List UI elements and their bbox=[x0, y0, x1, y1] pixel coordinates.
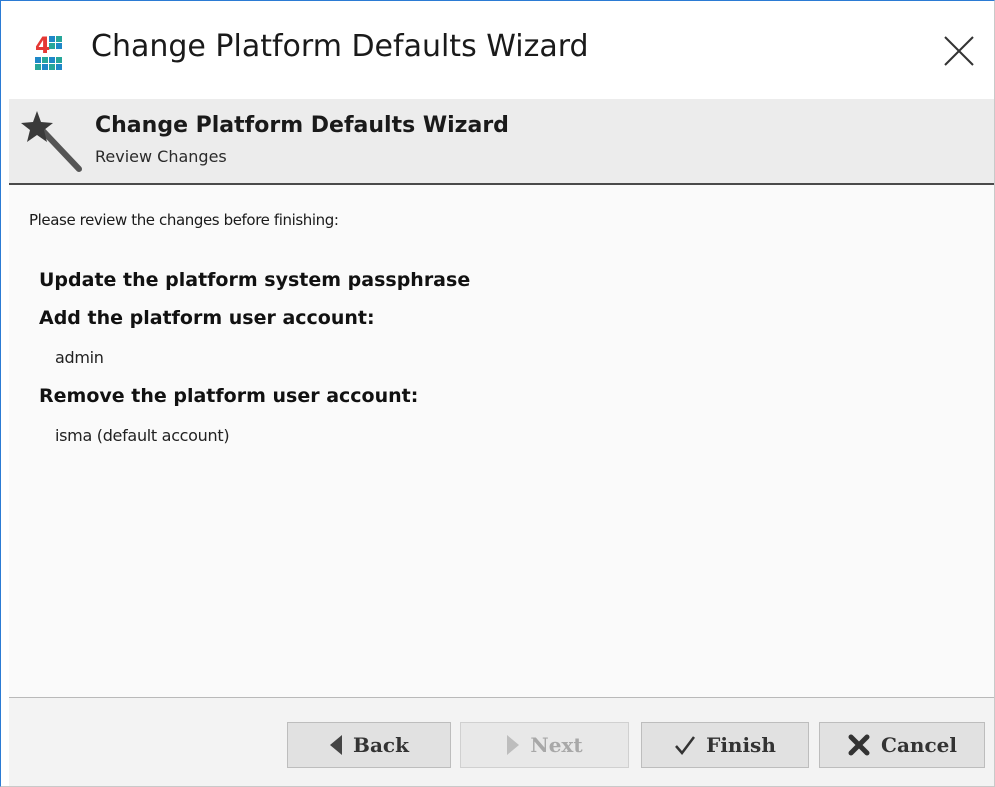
wizard-title: Change Platform Defaults Wizard bbox=[95, 113, 509, 138]
back-button-label: Back bbox=[353, 733, 409, 757]
finish-button-label: Finish bbox=[706, 733, 776, 757]
add-account-heading: Add the platform user account: bbox=[39, 307, 375, 329]
review-panel: Please review the changes before finishi… bbox=[9, 185, 994, 698]
passphrase-change-heading: Update the platform system passphrase bbox=[39, 269, 471, 291]
svg-text:4: 4 bbox=[35, 34, 50, 59]
checkmark-icon bbox=[675, 736, 696, 755]
x-icon bbox=[848, 734, 870, 756]
review-intro: Please review the changes before finishi… bbox=[29, 211, 339, 229]
window-title: Change Platform Defaults Wizard bbox=[91, 29, 589, 64]
right-arrow-icon bbox=[507, 735, 520, 755]
next-button-label: Next bbox=[530, 733, 583, 757]
next-button[interactable]: Next bbox=[460, 722, 629, 768]
cancel-button-label: Cancel bbox=[881, 733, 957, 757]
wizard-header: Change Platform Defaults Wizard Review C… bbox=[9, 99, 994, 185]
back-button[interactable]: Back bbox=[287, 722, 451, 768]
magic-wand-icon bbox=[21, 111, 82, 172]
title-bar[interactable]: 4 Change Platform Defaults Wizard bbox=[1, 1, 994, 99]
added-account-name: admin bbox=[55, 348, 104, 367]
left-arrow-icon bbox=[330, 735, 343, 755]
remove-account-heading: Remove the platform user account: bbox=[39, 385, 419, 407]
app-icon: 4 bbox=[35, 34, 62, 70]
finish-button[interactable]: Finish bbox=[641, 722, 809, 768]
removed-account-name: isma (default account) bbox=[55, 426, 230, 445]
wizard-step-subtitle: Review Changes bbox=[95, 147, 227, 166]
wizard-window: 4 Change Platform Defaults Wizard Change… bbox=[0, 0, 995, 787]
close-icon[interactable] bbox=[931, 23, 987, 79]
button-bar: Back Next Finish Cancel bbox=[9, 698, 994, 786]
cancel-button[interactable]: Cancel bbox=[819, 722, 985, 768]
